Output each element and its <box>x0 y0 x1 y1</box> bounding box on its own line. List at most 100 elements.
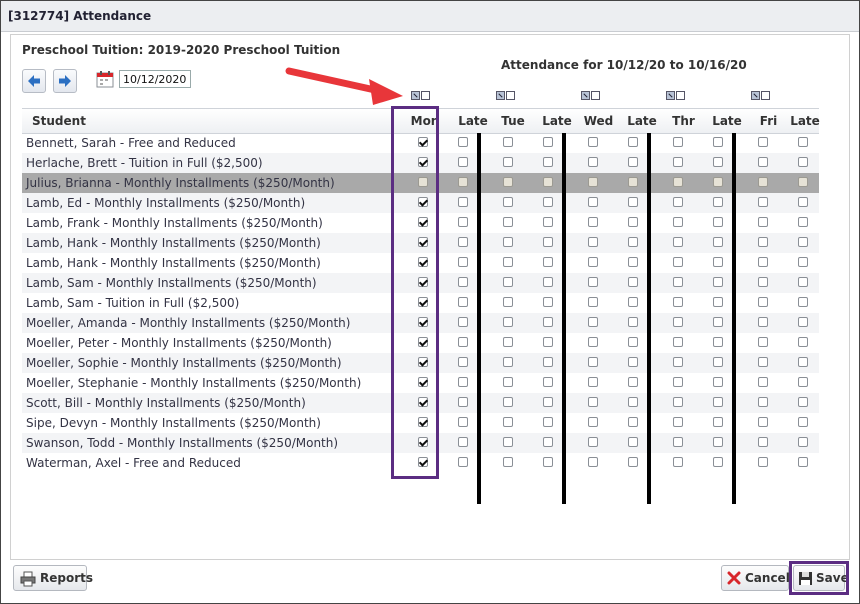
late-checkbox-wed[interactable] <box>628 297 638 307</box>
late-checkbox-wed[interactable] <box>628 317 638 327</box>
attendance-checkbox-fri[interactable] <box>758 377 768 387</box>
attendance-checkbox-fri[interactable] <box>758 337 768 347</box>
late-checkbox-mon[interactable] <box>458 317 468 327</box>
calendar-icon[interactable] <box>96 70 114 88</box>
late-checkbox-mon[interactable] <box>458 377 468 387</box>
late-checkbox-tue[interactable] <box>543 157 553 167</box>
late-checkbox-wed[interactable] <box>628 337 638 347</box>
late-checkbox-thr[interactable] <box>713 437 723 447</box>
attendance-checkbox-fri[interactable] <box>758 397 768 407</box>
attendance-checkbox-wed[interactable] <box>588 437 598 447</box>
attendance-checkbox-wed[interactable] <box>588 217 598 227</box>
late-checkbox-fri[interactable] <box>798 257 808 267</box>
late-checkbox-thr[interactable] <box>713 457 723 467</box>
clear-all-tue-toggle[interactable] <box>506 91 515 100</box>
attendance-checkbox-thr[interactable] <box>673 217 683 227</box>
attendance-checkbox-wed[interactable] <box>588 197 598 207</box>
late-checkbox-mon[interactable] <box>458 417 468 427</box>
late-checkbox-thr[interactable] <box>713 257 723 267</box>
attendance-checkbox-fri[interactable] <box>758 297 768 307</box>
late-checkbox-thr[interactable] <box>713 197 723 207</box>
late-checkbox-wed[interactable] <box>628 197 638 207</box>
late-checkbox-fri[interactable] <box>798 317 808 327</box>
attendance-checkbox-fri[interactable] <box>758 277 768 287</box>
late-checkbox-wed[interactable] <box>628 157 638 167</box>
attendance-checkbox-thr[interactable] <box>673 357 683 367</box>
attendance-checkbox-thr[interactable] <box>673 397 683 407</box>
late-checkbox-wed[interactable] <box>628 277 638 287</box>
attendance-checkbox-wed[interactable] <box>588 297 598 307</box>
attendance-checkbox-thr[interactable] <box>673 257 683 267</box>
late-checkbox-wed[interactable] <box>628 257 638 267</box>
late-checkbox-fri[interactable] <box>798 397 808 407</box>
attendance-checkbox-wed[interactable] <box>588 137 598 147</box>
late-checkbox-fri[interactable] <box>798 357 808 367</box>
attendance-checkbox-tue[interactable] <box>503 457 513 467</box>
attendance-checkbox-wed[interactable] <box>588 257 598 267</box>
late-checkbox-wed[interactable] <box>628 357 638 367</box>
attendance-checkbox-wed[interactable] <box>588 417 598 427</box>
attendance-checkbox-thr[interactable] <box>673 157 683 167</box>
late-checkbox-thr[interactable] <box>713 397 723 407</box>
late-checkbox-tue[interactable] <box>543 437 553 447</box>
late-checkbox-fri[interactable] <box>798 277 808 287</box>
attendance-checkbox-fri[interactable] <box>758 137 768 147</box>
late-checkbox-thr[interactable] <box>713 377 723 387</box>
late-checkbox-tue[interactable] <box>543 257 553 267</box>
attendance-checkbox-tue[interactable] <box>503 217 513 227</box>
attendance-checkbox-thr[interactable] <box>673 237 683 247</box>
attendance-checkbox-tue[interactable] <box>503 157 513 167</box>
late-checkbox-fri[interactable] <box>798 337 808 347</box>
late-checkbox-tue[interactable] <box>543 337 553 347</box>
late-checkbox-thr[interactable] <box>713 317 723 327</box>
attendance-checkbox-tue[interactable] <box>503 357 513 367</box>
late-checkbox-mon[interactable] <box>458 197 468 207</box>
late-checkbox-wed[interactable] <box>628 397 638 407</box>
late-checkbox-fri[interactable] <box>798 197 808 207</box>
select-all-wed-toggle[interactable] <box>581 91 590 100</box>
attendance-checkbox-fri[interactable] <box>758 257 768 267</box>
previous-week-button[interactable] <box>22 69 46 93</box>
late-checkbox-tue[interactable] <box>543 237 553 247</box>
attendance-checkbox-thr[interactable] <box>673 337 683 347</box>
late-checkbox-wed[interactable] <box>628 457 638 467</box>
attendance-checkbox-thr[interactable] <box>673 197 683 207</box>
late-checkbox-thr[interactable] <box>713 277 723 287</box>
late-checkbox-tue[interactable] <box>543 397 553 407</box>
late-checkbox-thr[interactable] <box>713 297 723 307</box>
late-checkbox-thr[interactable] <box>713 357 723 367</box>
late-checkbox-wed[interactable] <box>628 137 638 147</box>
late-checkbox-mon[interactable] <box>458 297 468 307</box>
attendance-checkbox-tue[interactable] <box>503 317 513 327</box>
attendance-checkbox-thr[interactable] <box>673 297 683 307</box>
attendance-checkbox-wed[interactable] <box>588 457 598 467</box>
attendance-checkbox-fri[interactable] <box>758 197 768 207</box>
late-checkbox-thr[interactable] <box>713 217 723 227</box>
attendance-checkbox-thr[interactable] <box>673 437 683 447</box>
attendance-checkbox-tue[interactable] <box>503 437 513 447</box>
attendance-checkbox-fri[interactable] <box>758 417 768 427</box>
attendance-checkbox-tue[interactable] <box>503 297 513 307</box>
attendance-checkbox-thr[interactable] <box>673 277 683 287</box>
attendance-checkbox-wed[interactable] <box>588 237 598 247</box>
late-checkbox-tue[interactable] <box>543 197 553 207</box>
late-checkbox-fri[interactable] <box>798 157 808 167</box>
attendance-checkbox-wed[interactable] <box>588 157 598 167</box>
attendance-checkbox-wed[interactable] <box>588 317 598 327</box>
attendance-checkbox-tue[interactable] <box>503 337 513 347</box>
late-checkbox-mon[interactable] <box>458 137 468 147</box>
late-checkbox-tue[interactable] <box>543 317 553 327</box>
late-checkbox-fri[interactable] <box>798 217 808 227</box>
late-checkbox-tue[interactable] <box>543 357 553 367</box>
late-checkbox-fri[interactable] <box>798 417 808 427</box>
select-all-thr-toggle[interactable] <box>666 91 675 100</box>
late-checkbox-mon[interactable] <box>458 277 468 287</box>
late-checkbox-fri[interactable] <box>798 437 808 447</box>
late-checkbox-wed[interactable] <box>628 417 638 427</box>
attendance-checkbox-tue[interactable] <box>503 237 513 247</box>
attendance-checkbox-wed[interactable] <box>588 337 598 347</box>
clear-all-thr-toggle[interactable] <box>676 91 685 100</box>
select-all-fri-toggle[interactable] <box>751 91 760 100</box>
attendance-checkbox-thr[interactable] <box>673 137 683 147</box>
late-checkbox-thr[interactable] <box>713 237 723 247</box>
